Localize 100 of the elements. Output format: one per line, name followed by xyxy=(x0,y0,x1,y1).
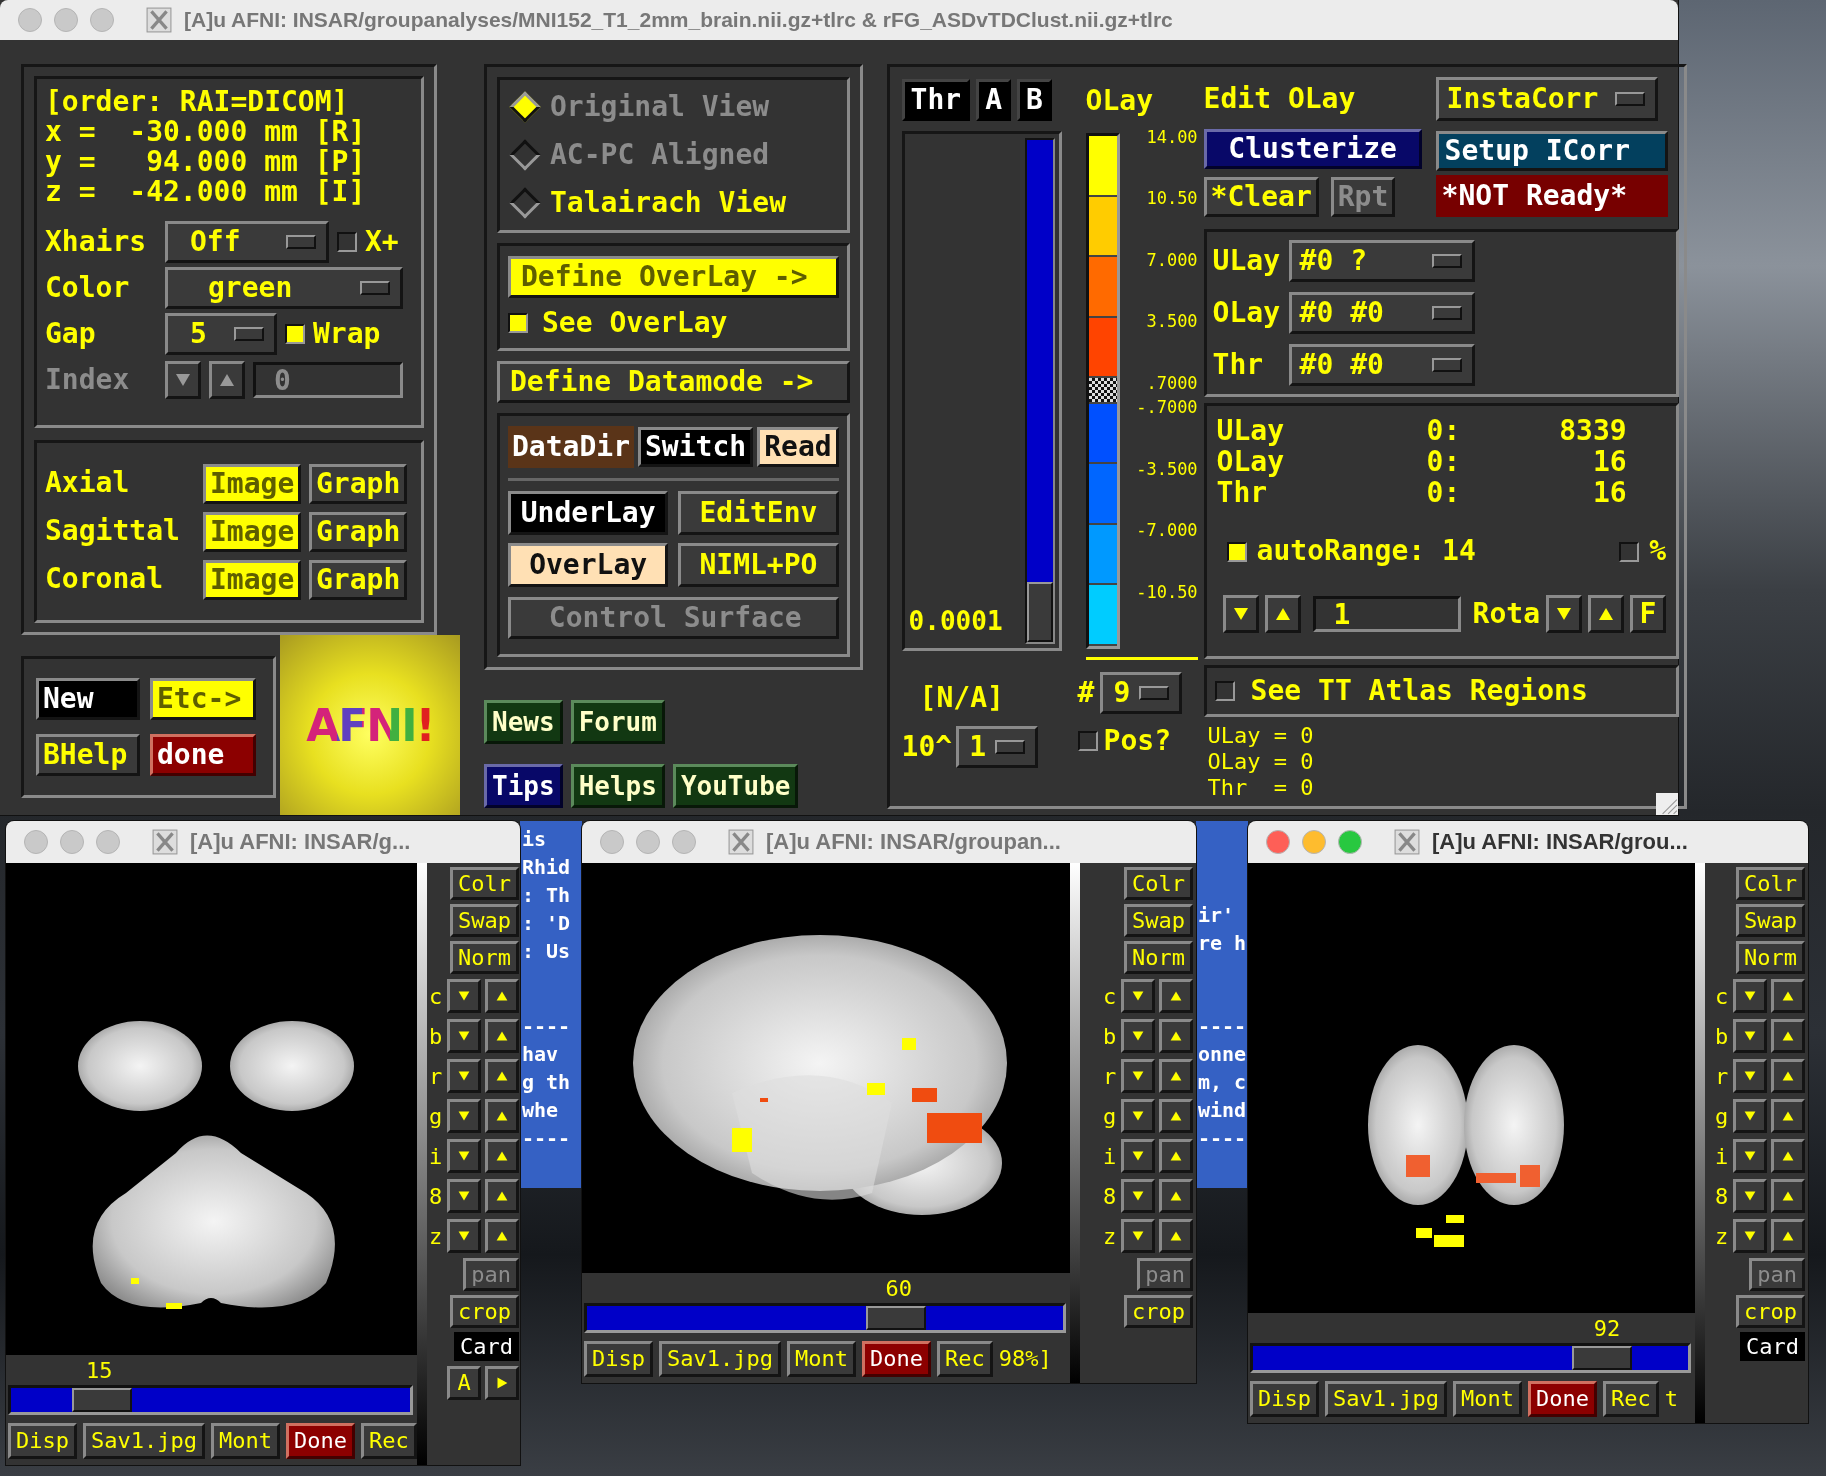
play-button[interactable] xyxy=(485,1366,519,1400)
selector-menu[interactable]: #0 #0 xyxy=(1288,344,1475,386)
down-arrow-button[interactable] xyxy=(447,1099,481,1133)
side-button[interactable]: Colr xyxy=(450,867,519,900)
scale-menu[interactable]: 1 xyxy=(956,726,1039,768)
graph-button[interactable]: Graph xyxy=(309,511,407,552)
up-arrow-button[interactable] xyxy=(485,979,519,1013)
side-button[interactable]: Norm xyxy=(1736,941,1805,974)
down-arrow-button[interactable] xyxy=(447,1179,481,1213)
selector-menu[interactable]: #0 ? xyxy=(1288,240,1475,282)
up-arrow-button[interactable] xyxy=(485,1139,519,1173)
up-arrow-button[interactable] xyxy=(1159,1019,1193,1053)
down-arrow-button[interactable] xyxy=(1121,1019,1155,1053)
selector-menu[interactable]: #0 #0 xyxy=(1288,292,1475,334)
down-arrow-button[interactable] xyxy=(1121,1179,1155,1213)
link-button[interactable]: YouTube xyxy=(672,764,799,808)
up-arrow-button[interactable] xyxy=(1159,979,1193,1013)
panes-menu[interactable]: 9 xyxy=(1100,672,1183,714)
side-button[interactable]: Norm xyxy=(1124,941,1193,974)
checkbox[interactable] xyxy=(1214,681,1235,701)
viewer-button[interactable]: Disp xyxy=(584,1341,653,1377)
down-arrow-button[interactable] xyxy=(1733,1099,1767,1133)
crop-button[interactable]: crop xyxy=(450,1295,519,1328)
instacorr-menu[interactable]: InstaCorr xyxy=(1435,77,1658,121)
data-button[interactable]: NIML+PO xyxy=(678,542,839,587)
down-arrow-button[interactable] xyxy=(447,1139,481,1173)
up-arrow-button[interactable] xyxy=(485,1019,519,1053)
gap-menu[interactable]: 5 xyxy=(165,313,277,355)
xhairs-menu[interactable]: Off xyxy=(165,221,329,263)
viewer-button[interactable]: Mont xyxy=(786,1341,856,1377)
command-button[interactable]: done xyxy=(150,734,256,776)
down-arrow-button[interactable] xyxy=(1121,1139,1155,1173)
side-button[interactable]: Colr xyxy=(1736,867,1805,900)
up-arrow-button[interactable] xyxy=(1771,1179,1805,1213)
brain-slice-drawing[interactable] xyxy=(1248,863,1695,1313)
checkbox[interactable] xyxy=(1619,541,1640,562)
command-button[interactable]: Etc-> xyxy=(150,678,256,720)
viewer-button[interactable]: Sav1.jpg xyxy=(1325,1381,1447,1417)
viewer-button[interactable]: Done xyxy=(285,1423,355,1459)
link-button[interactable]: Tips xyxy=(484,764,563,808)
side-button[interactable]: Swap xyxy=(1124,904,1193,937)
resize-grip-icon[interactable] xyxy=(1656,793,1678,815)
brain-slice-drawing[interactable] xyxy=(6,863,417,1355)
checkbox[interactable] xyxy=(508,313,528,333)
data-button[interactable]: UnderLay xyxy=(508,490,669,535)
viewer-button[interactable]: Disp xyxy=(1250,1381,1319,1417)
autoplay-button[interactable]: A xyxy=(447,1366,481,1400)
viewer-button[interactable]: Rec xyxy=(360,1423,417,1459)
color-scale-bar[interactable] xyxy=(1085,133,1120,649)
down-arrow-button[interactable] xyxy=(1546,595,1583,634)
image-button[interactable]: Image xyxy=(203,511,301,552)
side-button[interactable]: Norm xyxy=(450,941,519,974)
viewer-button[interactable]: Disp xyxy=(8,1423,77,1459)
up-arrow-button[interactable] xyxy=(1264,595,1301,634)
up-arrow-button[interactable] xyxy=(209,361,245,399)
up-arrow-button[interactable] xyxy=(1159,1099,1193,1133)
close-button[interactable] xyxy=(1266,830,1290,854)
slider-thumb[interactable] xyxy=(1571,1346,1632,1370)
down-arrow-button[interactable] xyxy=(1733,1059,1767,1093)
value-field[interactable]: 1 xyxy=(1312,596,1461,633)
graph-button[interactable]: Graph xyxy=(309,559,407,600)
up-arrow-button[interactable] xyxy=(1771,1019,1805,1053)
data-button[interactable]: EditEnv xyxy=(678,490,839,535)
down-arrow-button[interactable] xyxy=(1733,979,1767,1013)
threshold-button[interactable]: B xyxy=(1017,79,1052,121)
threshold-button[interactable]: A xyxy=(976,79,1012,121)
down-arrow-button[interactable] xyxy=(447,1019,481,1053)
up-arrow-button[interactable] xyxy=(485,1219,519,1253)
slider-thumb[interactable] xyxy=(72,1388,132,1412)
checkbox[interactable] xyxy=(285,324,305,344)
crop-button[interactable]: crop xyxy=(1736,1295,1805,1328)
viewer-button[interactable]: Rec xyxy=(936,1341,993,1377)
viewer-button[interactable]: Done xyxy=(861,1341,931,1377)
slice-slider[interactable] xyxy=(1250,1343,1691,1373)
link-button[interactable]: Forum xyxy=(570,700,665,744)
crop-button[interactable]: crop xyxy=(1124,1295,1193,1328)
checkbox[interactable] xyxy=(1077,731,1098,752)
color-menu[interactable]: green xyxy=(165,267,403,309)
up-arrow-button[interactable] xyxy=(1771,1099,1805,1133)
down-arrow-button[interactable] xyxy=(1733,1019,1767,1053)
side-button[interactable]: Swap xyxy=(1736,904,1805,937)
data-button[interactable]: OverLay xyxy=(508,542,669,587)
clear-button[interactable]: *Clear xyxy=(1203,177,1319,217)
define-overlay-button[interactable]: Define OverLay -> xyxy=(508,256,839,298)
down-arrow-button[interactable] xyxy=(1121,979,1155,1013)
setup-icorr-button[interactable]: Setup ICorr xyxy=(1435,131,1668,171)
viewer-button[interactable]: Done xyxy=(1527,1381,1597,1417)
up-arrow-button[interactable] xyxy=(1159,1139,1193,1173)
threshold-slider[interactable] xyxy=(1024,138,1055,644)
down-arrow-button[interactable] xyxy=(1733,1139,1767,1173)
down-arrow-button[interactable] xyxy=(165,361,201,399)
down-arrow-button[interactable] xyxy=(447,1219,481,1253)
side-button[interactable]: Swap xyxy=(450,904,519,937)
up-arrow-button[interactable] xyxy=(1771,979,1805,1013)
command-button[interactable]: BHelp xyxy=(36,734,140,776)
threshold-button[interactable]: Thr xyxy=(901,79,971,121)
clusterize-button[interactable]: Clusterize xyxy=(1203,129,1422,169)
up-arrow-button[interactable] xyxy=(485,1059,519,1093)
checkbox[interactable] xyxy=(1226,541,1247,562)
link-button[interactable]: Helps xyxy=(570,764,665,808)
